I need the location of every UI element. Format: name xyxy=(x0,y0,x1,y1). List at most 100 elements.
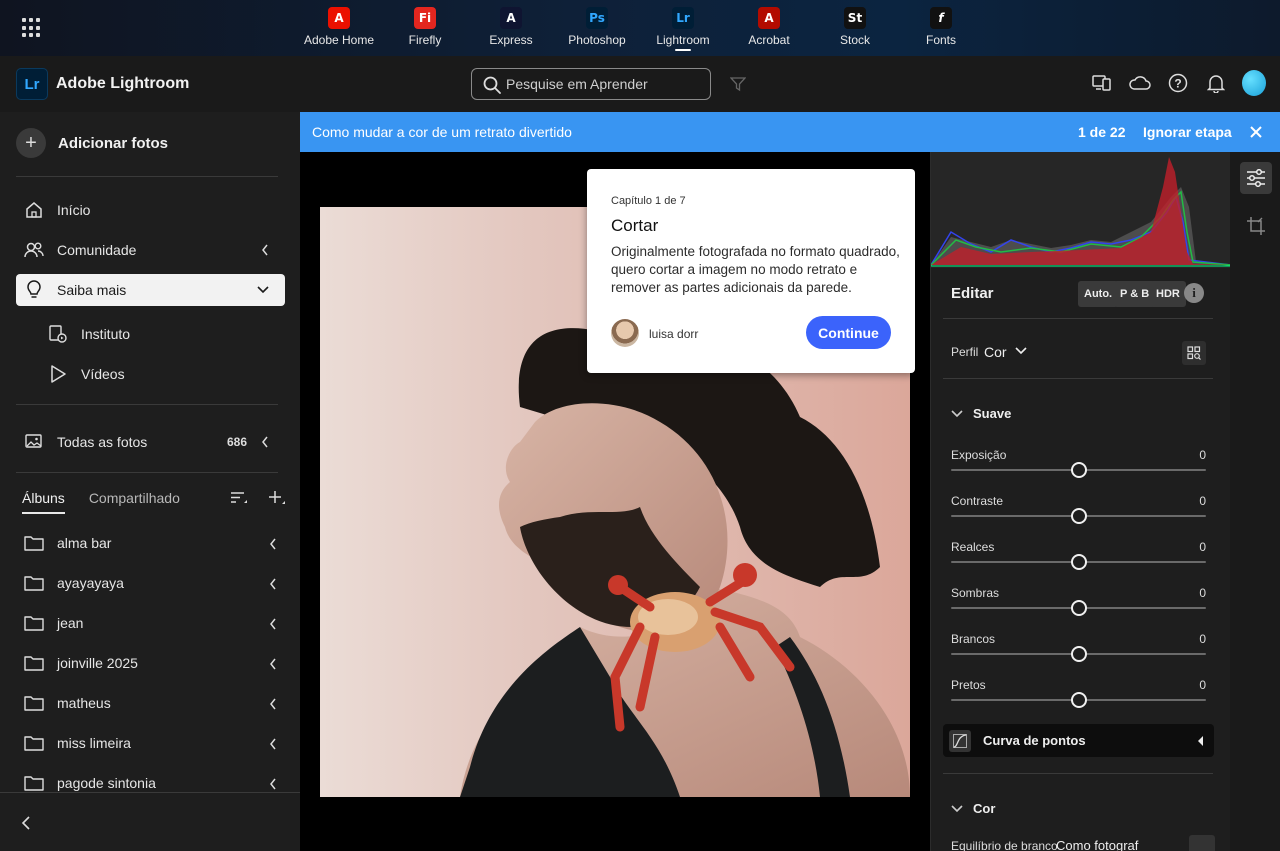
nav-item-todas-as-fotos[interactable]: Todas as fotos 686 xyxy=(16,426,285,458)
app-label: Acrobat xyxy=(748,33,790,47)
slider-thumb[interactable] xyxy=(1070,554,1087,570)
slider-thumb[interactable] xyxy=(1070,508,1087,524)
album-label: jean xyxy=(57,615,84,631)
slider-thumb[interactable] xyxy=(1070,600,1087,616)
nav-item-label: Vídeos xyxy=(81,366,125,382)
help-icon[interactable]: ? xyxy=(1166,69,1190,97)
tab-albuns[interactable]: Álbuns xyxy=(22,490,65,514)
divider xyxy=(943,378,1213,379)
lightroom-icon: Lr xyxy=(672,7,694,29)
chevron-left-icon xyxy=(270,778,276,790)
search-icon xyxy=(483,76,501,94)
stock-icon: St xyxy=(844,7,866,29)
app-firefly[interactable]: Fi Firefly xyxy=(382,0,468,56)
lightbulb-icon xyxy=(22,280,46,300)
album-item[interactable]: alma bar xyxy=(16,523,285,563)
album-item[interactable]: matheus xyxy=(16,683,285,723)
slider-value[interactable]: 0 xyxy=(1199,678,1206,692)
app-express[interactable]: A Express xyxy=(468,0,554,56)
chevron-left-icon xyxy=(270,618,276,630)
app-lightroom[interactable]: Lr Lightroom xyxy=(640,0,726,56)
slider-contraste: Contraste 0 xyxy=(951,494,1206,538)
eyedropper-icon[interactable] xyxy=(1189,835,1215,851)
nav-item-inicio[interactable]: Início xyxy=(16,194,285,226)
firefly-icon: Fi xyxy=(414,7,436,29)
institute-icon xyxy=(46,324,70,344)
chevron-down-icon[interactable] xyxy=(1015,347,1027,355)
slider-thumb[interactable] xyxy=(1070,646,1087,662)
photo-count: 686 xyxy=(226,435,247,449)
album-item[interactable]: miss limeira xyxy=(16,723,285,763)
nav-item-label: Saiba mais xyxy=(57,282,127,298)
app-acrobat[interactable]: A Acrobat xyxy=(726,0,812,56)
tab-compartilhado[interactable]: Compartilhado xyxy=(89,490,180,514)
user-avatar[interactable] xyxy=(1242,69,1266,97)
add-photos-button[interactable]: + Adicionar fotos xyxy=(16,128,168,158)
author-name: luisa dorr xyxy=(649,327,699,341)
search-input[interactable] xyxy=(506,76,696,92)
slider-value[interactable]: 0 xyxy=(1199,448,1206,462)
add-photos-label: Adicionar fotos xyxy=(58,134,169,152)
filter-icon[interactable] xyxy=(730,76,746,92)
album-label: ayayayaya xyxy=(57,575,124,591)
curve-icon xyxy=(949,729,971,752)
app-grid-icon[interactable] xyxy=(22,18,42,38)
white-balance-select[interactable]: Como fotograf xyxy=(1056,838,1138,851)
folder-icon xyxy=(24,696,44,711)
profile-value[interactable]: Cor xyxy=(984,344,1007,360)
notifications-bell-icon[interactable] xyxy=(1204,69,1228,97)
app-fonts[interactable]: f Fonts xyxy=(898,0,984,56)
profile-browser-icon[interactable] xyxy=(1182,341,1206,365)
cloud-icon[interactable] xyxy=(1128,69,1152,97)
album-item[interactable]: joinville 2025 xyxy=(16,643,285,683)
point-curve-row[interactable]: Curva de pontos xyxy=(943,724,1214,757)
album-item[interactable]: ayayayaya xyxy=(16,563,285,603)
collapse-sidebar-icon[interactable] xyxy=(20,815,32,831)
section-suave-header[interactable]: Suave xyxy=(951,406,1011,421)
slider-value[interactable]: 0 xyxy=(1199,632,1206,646)
app-photoshop[interactable]: Ps Photoshop xyxy=(554,0,640,56)
skip-step-button[interactable]: Ignorar etapa xyxy=(1143,124,1232,140)
histogram xyxy=(931,152,1230,268)
slider-thumb[interactable] xyxy=(1070,462,1087,478)
nav-item-videos[interactable]: Vídeos xyxy=(16,358,285,390)
nav-item-saiba-mais[interactable]: Saiba mais xyxy=(16,274,285,306)
devices-icon[interactable] xyxy=(1090,69,1114,97)
auto-button[interactable]: Auto. xyxy=(1078,281,1119,307)
edit-sliders-icon[interactable] xyxy=(1240,162,1272,194)
slider-thumb[interactable] xyxy=(1070,692,1087,708)
app-label: Lightroom xyxy=(656,33,710,47)
slider-pretos: Pretos 0 xyxy=(951,678,1206,722)
section-cor-header[interactable]: Cor xyxy=(951,801,995,816)
nav-item-comunidade[interactable]: Comunidade xyxy=(16,234,285,266)
info-icon[interactable]: i xyxy=(1184,283,1204,303)
slider-exposicao: Exposição 0 xyxy=(951,448,1206,492)
album-item[interactable]: jean xyxy=(16,603,285,643)
slider-value[interactable]: 0 xyxy=(1199,494,1206,508)
adobe-icon: A xyxy=(328,7,350,29)
app-label: Photoshop xyxy=(568,33,626,47)
slider-realces: Realces 0 xyxy=(951,540,1206,584)
express-icon: A xyxy=(500,7,522,29)
search-box[interactable] xyxy=(471,68,711,100)
slider-value[interactable]: 0 xyxy=(1199,586,1206,600)
divider xyxy=(16,176,278,177)
nav-item-instituto[interactable]: Instituto xyxy=(16,318,285,350)
folder-icon xyxy=(24,576,44,591)
black-white-button[interactable]: P & B xyxy=(1114,281,1156,307)
sort-icon[interactable] xyxy=(230,490,248,506)
slider-value[interactable]: 0 xyxy=(1199,540,1206,554)
crop-icon[interactable] xyxy=(1240,210,1272,242)
add-album-icon[interactable] xyxy=(268,490,286,506)
hdr-button[interactable]: HDR xyxy=(1150,281,1186,307)
app-stock[interactable]: St Stock xyxy=(812,0,898,56)
section-label: Cor xyxy=(973,801,996,816)
app-list: A Adobe Home Fi Firefly A Express Ps Photoshop L… xyxy=(296,0,984,56)
app-adobe-home[interactable]: A Adobe Home xyxy=(296,0,382,56)
continue-button[interactable]: Continue xyxy=(806,316,891,349)
slider-label: Exposição xyxy=(951,448,1007,462)
album-label: alma bar xyxy=(57,535,112,551)
close-icon[interactable] xyxy=(1248,124,1264,140)
chevron-down-icon xyxy=(257,286,269,294)
tool-strip xyxy=(1230,152,1280,851)
